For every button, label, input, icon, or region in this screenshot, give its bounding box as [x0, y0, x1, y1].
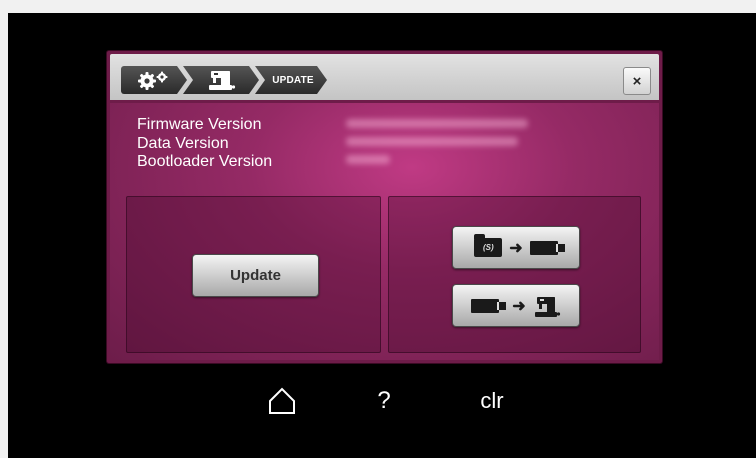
arrow-right-icon: ➜ — [509, 239, 523, 257]
help-button[interactable]: ? — [362, 376, 406, 426]
data-version-value — [346, 137, 518, 146]
usb-to-machine-button[interactable]: ➜ — [452, 284, 580, 327]
breadcrumb-settings[interactable] — [121, 66, 187, 94]
gears-icon — [136, 69, 172, 91]
sewing-machine-icon — [206, 69, 236, 91]
firmware-version-label: Firmware Version — [137, 116, 262, 133]
clear-button[interactable]: clr — [467, 376, 517, 426]
folder-icon-label: (S) — [482, 243, 494, 252]
bootloader-version-value — [346, 155, 390, 164]
arrow-right-icon: ➜ — [512, 297, 526, 315]
breadcrumb-update: UPDATE — [255, 66, 327, 94]
version-info: Firmware Version Data Version Bootloader… — [137, 116, 272, 172]
close-icon: × — [632, 72, 642, 90]
folder-icon: (S) — [474, 234, 503, 257]
clear-label: clr — [480, 388, 504, 413]
home-button[interactable] — [257, 376, 307, 426]
update-button[interactable]: Update — [192, 254, 319, 297]
usb-stick-icon — [471, 298, 507, 313]
transfer-panel: (S) ➜ ➜ — [388, 196, 641, 353]
help-label: ? — [377, 387, 391, 414]
usb-stick-icon — [529, 240, 565, 255]
home-icon — [269, 387, 295, 414]
update-dialog: UPDATE × Firmware Version Data Version B… — [107, 51, 662, 363]
update-panel: Update — [126, 196, 381, 353]
breadcrumb-machine[interactable] — [183, 66, 259, 94]
bootloader-version-label: Bootloader Version — [137, 153, 273, 170]
bottom-navbar: ? clr — [107, 376, 662, 426]
dialog-titlebar: UPDATE × — [110, 54, 659, 100]
folder-to-usb-button[interactable]: (S) ➜ — [452, 226, 580, 269]
data-version-label: Data Version — [137, 134, 229, 152]
firmware-version-value — [346, 119, 528, 128]
breadcrumb-update-label: UPDATE — [272, 74, 314, 86]
update-button-label: Update — [230, 267, 281, 284]
close-button[interactable]: × — [623, 67, 651, 95]
sewing-machine-icon — [534, 296, 560, 317]
dialog-content: Firmware Version Data Version Bootloader… — [110, 103, 659, 360]
